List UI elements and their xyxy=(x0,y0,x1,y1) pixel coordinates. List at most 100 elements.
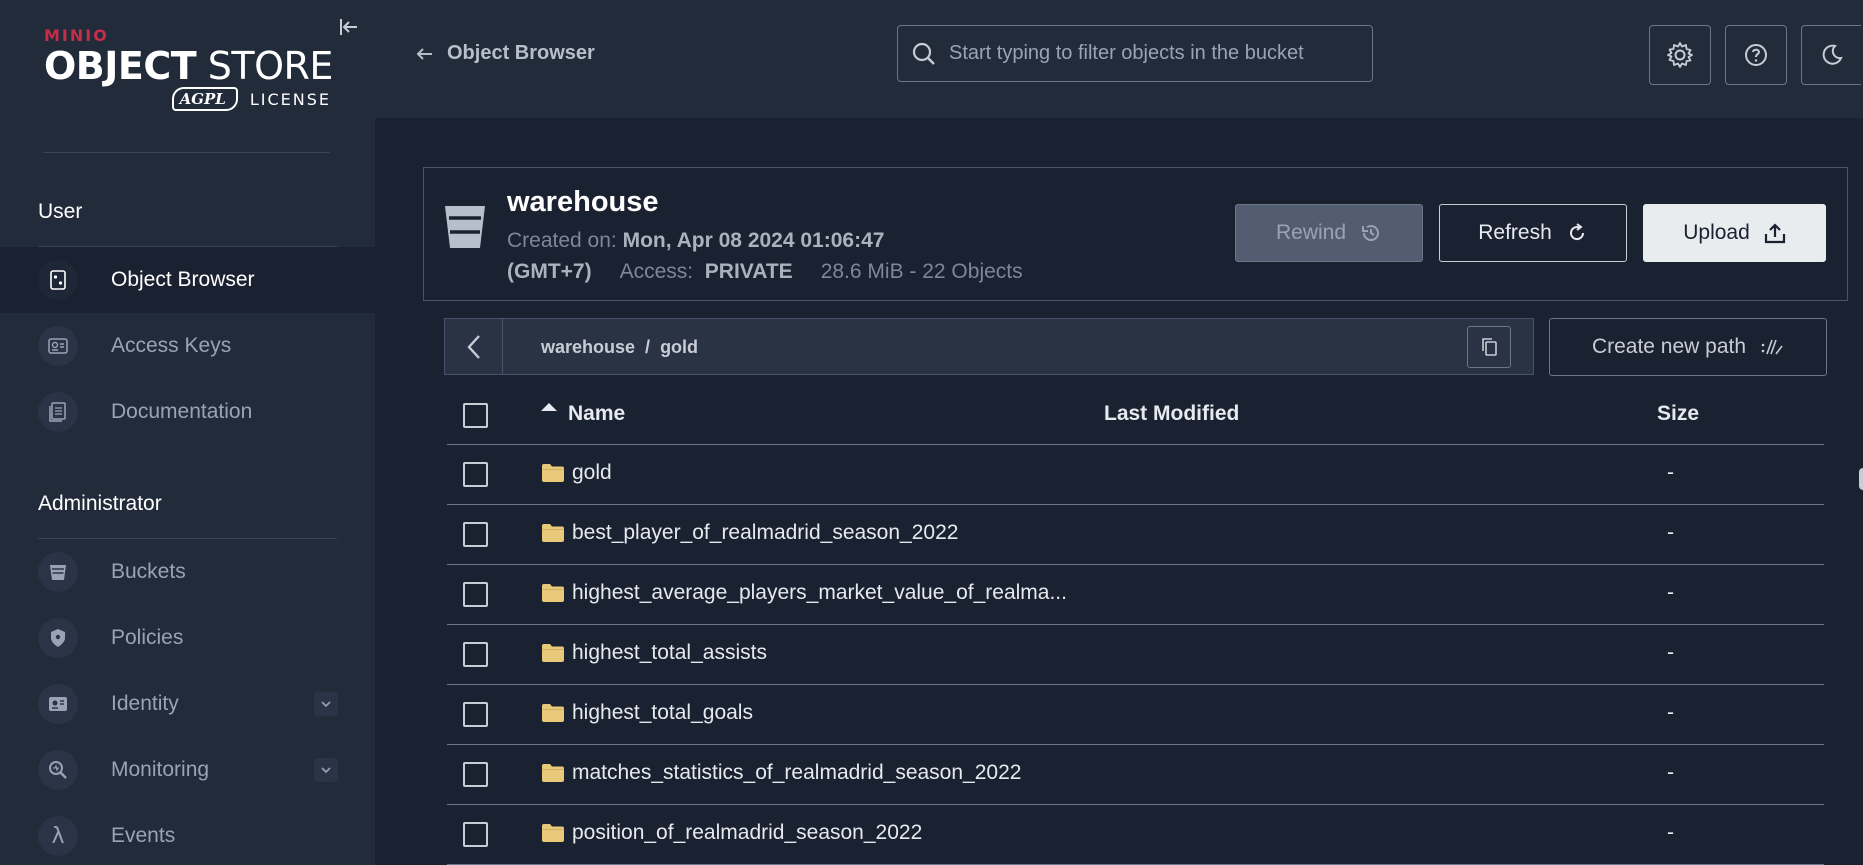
table-row[interactable]: position_of_realmadrid_season_2022 - xyxy=(447,805,1824,865)
documentation-icon xyxy=(38,392,78,432)
dark-mode-icon xyxy=(1822,44,1843,65)
row-checkbox[interactable] xyxy=(463,702,488,727)
sidebar-item-monitoring[interactable]: Monitoring xyxy=(0,737,375,803)
sidebar-item-label: Identity xyxy=(111,692,179,715)
object-size: - xyxy=(1667,461,1674,484)
help-icon xyxy=(1745,44,1767,66)
copy-icon xyxy=(1482,338,1497,356)
folder-icon xyxy=(542,644,564,662)
table-header: Name Last Modified Size xyxy=(447,388,1824,445)
sidebar-item-buckets[interactable]: Buckets xyxy=(0,539,375,605)
column-header-name[interactable]: Name xyxy=(568,402,625,426)
refresh-icon xyxy=(1569,223,1584,241)
bucket-icon xyxy=(445,206,485,248)
row-checkbox[interactable] xyxy=(463,462,488,487)
logo-product-bold: OBJECT xyxy=(44,44,197,88)
sort-ascending-icon[interactable] xyxy=(541,403,557,411)
table-row[interactable]: matches_statistics_of_realmadrid_season_… xyxy=(447,745,1824,805)
sidebar-item-label: Documentation xyxy=(111,400,253,423)
sidebar-item-events[interactable]: λ Events xyxy=(0,803,375,865)
timezone: (GMT+7) xyxy=(507,260,592,283)
resize-handle[interactable] xyxy=(1859,468,1863,490)
bucket-usage: 28.6 MiB - 22 Objects xyxy=(820,260,1023,283)
help-button[interactable] xyxy=(1725,25,1787,85)
table-row[interactable]: highest_average_players_market_value_of_… xyxy=(447,565,1824,625)
column-header-last-modified[interactable]: Last Modified xyxy=(1104,402,1239,426)
bucket-created: Created on: Mon, Apr 08 2024 01:06:47 xyxy=(507,229,884,253)
settings-button[interactable] xyxy=(1649,25,1711,85)
copy-path-button[interactable] xyxy=(1467,326,1511,368)
row-checkbox[interactable] xyxy=(463,762,488,787)
refresh-button[interactable]: Refresh xyxy=(1439,204,1627,262)
breadcrumb-separator: / xyxy=(645,337,651,357)
upload-icon xyxy=(1764,223,1785,244)
access-info: Access: PRIVATE xyxy=(620,260,793,284)
logo-product: OBJECT STORE xyxy=(44,46,344,86)
object-name: highest_total_goals xyxy=(572,701,753,724)
back-label: Object Browser xyxy=(447,42,595,64)
search-icon xyxy=(912,42,935,65)
sidebar-item-label: Access Keys xyxy=(111,334,232,357)
row-checkbox[interactable] xyxy=(463,822,488,847)
sidebar-item-identity[interactable]: Identity xyxy=(0,671,375,737)
object-size: - xyxy=(1667,641,1674,664)
chevron-down-icon[interactable] xyxy=(314,692,338,716)
create-new-path-button[interactable]: Create new path xyxy=(1549,318,1827,376)
select-all-checkbox[interactable] xyxy=(463,403,488,428)
sidebar-item-policies[interactable]: Policies xyxy=(0,605,375,671)
access-label: Access: xyxy=(619,260,694,283)
search-input[interactable] xyxy=(949,42,1359,65)
policies-icon xyxy=(38,618,78,658)
license-row: AGPL LICENSE xyxy=(44,87,331,111)
object-size: - xyxy=(1667,761,1674,784)
table-body: gold - best_player_of_realmadrid_season_20… xyxy=(447,445,1824,865)
bucket-name: warehouse xyxy=(507,186,659,218)
table-row[interactable]: best_player_of_realmadrid_season_2022 - xyxy=(447,505,1824,565)
row-checkbox[interactable] xyxy=(463,582,488,607)
object-size: - xyxy=(1667,821,1674,844)
column-header-size[interactable]: Size xyxy=(1657,402,1699,426)
object-browser-icon xyxy=(38,260,78,300)
sidebar: MINIO OBJECT STORE AGPL LICENSE User Obj… xyxy=(0,0,375,865)
sidebar-item-access-keys[interactable]: Access Keys xyxy=(0,313,375,379)
row-checkbox[interactable] xyxy=(463,522,488,547)
sidebar-item-label: Buckets xyxy=(111,560,186,583)
section-administrator-title: Administrator xyxy=(38,492,162,515)
bucket-meta: (GMT+7) Access: PRIVATE 28.6 MiB - 22 Ob… xyxy=(507,260,1023,284)
refresh-label: Refresh xyxy=(1478,221,1552,244)
dark-mode-button[interactable] xyxy=(1801,25,1861,85)
chevron-down-icon[interactable] xyxy=(314,758,338,782)
license-label: LICENSE xyxy=(249,89,331,109)
minio-logo[interactable]: MINIO OBJECT STORE AGPL LICENSE xyxy=(44,26,344,116)
table-row[interactable]: highest_total_goals - xyxy=(447,685,1824,745)
object-name: gold xyxy=(572,461,612,484)
folder-icon xyxy=(542,824,564,842)
gear-icon xyxy=(1667,42,1693,68)
bucket-info-card: warehouse Created on: Mon, Apr 08 2024 0… xyxy=(423,167,1848,301)
folder-icon xyxy=(542,704,564,722)
row-checkbox[interactable] xyxy=(463,642,488,667)
object-name: highest_average_players_market_value_of_… xyxy=(572,581,1067,604)
table-row[interactable]: gold - xyxy=(447,445,1824,505)
lambda-icon: λ xyxy=(38,816,78,856)
collapse-sidebar-icon[interactable] xyxy=(338,16,362,40)
objects-table: Name Last Modified Size gold - best_player… xyxy=(447,388,1824,865)
back-to-object-browser-button[interactable]: Object Browser xyxy=(415,42,595,65)
upload-button[interactable]: Upload xyxy=(1643,204,1826,262)
created-value: Mon, Apr 08 2024 01:06:47 xyxy=(622,229,885,252)
table-row[interactable]: highest_total_assists - xyxy=(447,625,1824,685)
object-filter-search[interactable] xyxy=(897,25,1373,82)
rewind-button[interactable]: Rewind xyxy=(1235,204,1423,262)
upload-label: Upload xyxy=(1683,221,1750,244)
breadcrumb-root[interactable]: warehouse xyxy=(541,337,635,358)
object-size: - xyxy=(1667,581,1674,604)
created-label: Created on: xyxy=(507,229,617,252)
breadcrumb-path: warehouse / gold xyxy=(541,337,698,358)
access-keys-icon xyxy=(38,326,78,366)
breadcrumb-back-button[interactable] xyxy=(445,319,503,374)
chevron-left-icon xyxy=(466,334,480,359)
sidebar-item-documentation[interactable]: Documentation xyxy=(0,379,375,445)
object-name: matches_statistics_of_realmadrid_season_… xyxy=(572,761,1022,784)
sidebar-item-label: Events xyxy=(111,824,176,847)
sidebar-item-object-browser[interactable]: Object Browser xyxy=(0,247,375,313)
